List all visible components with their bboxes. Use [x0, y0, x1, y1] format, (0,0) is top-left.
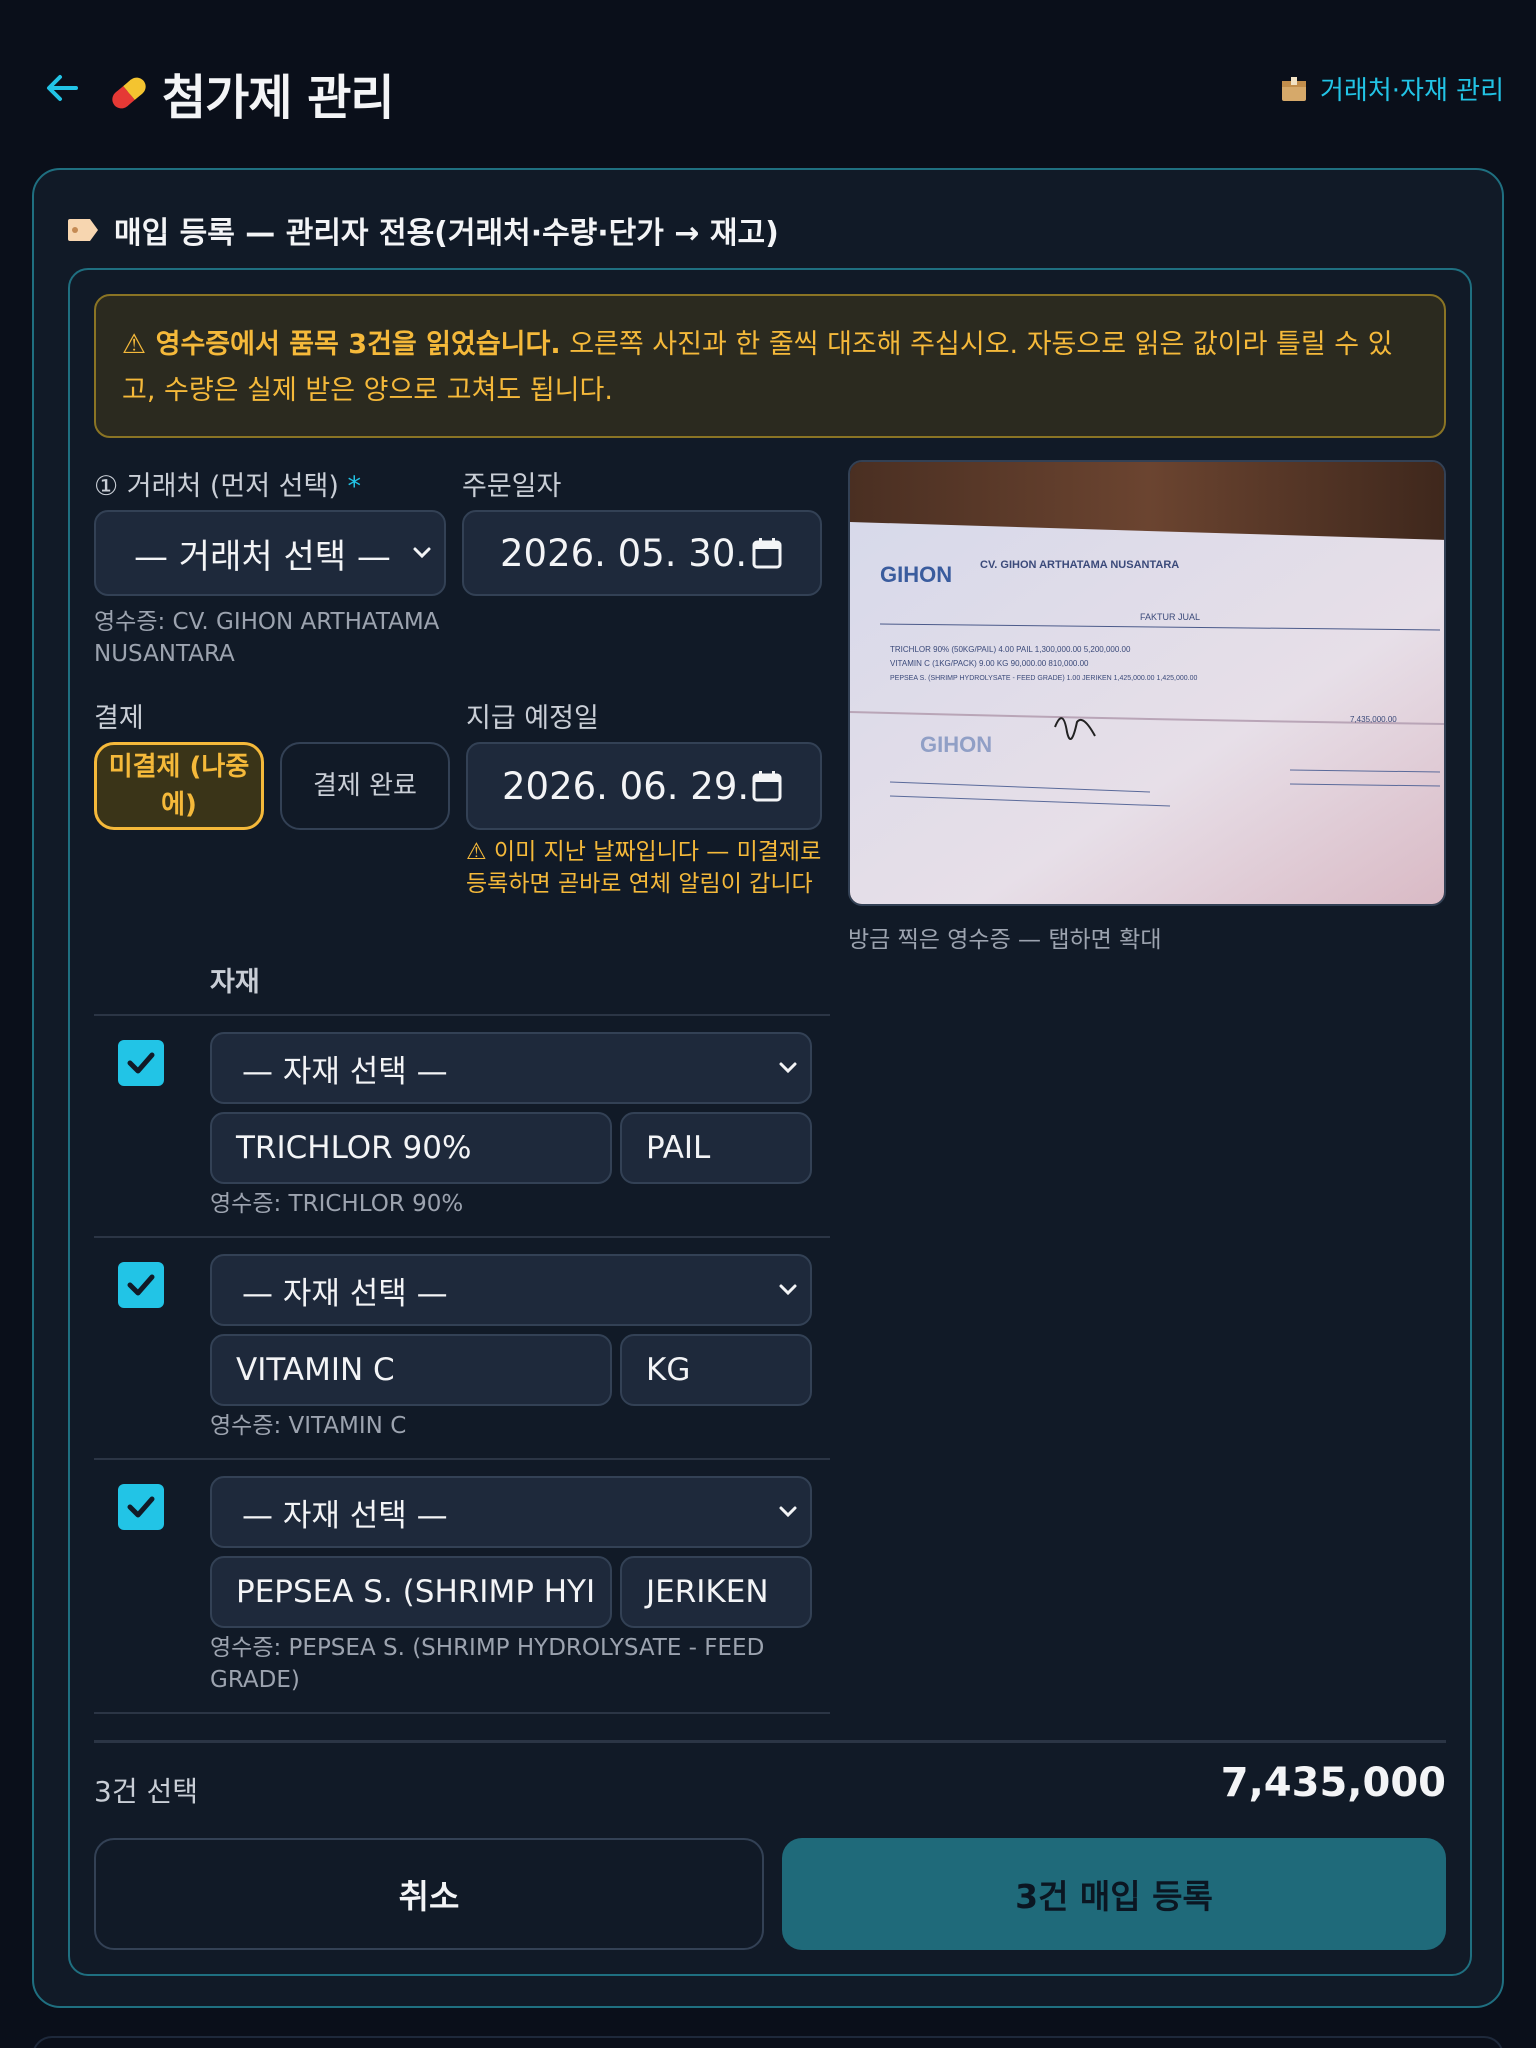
chevron-down-icon: [779, 1506, 797, 1518]
svg-text:GIHON: GIHON: [880, 562, 952, 587]
item-checkbox[interactable]: [118, 1262, 164, 1308]
items-header-divider: [94, 1014, 830, 1016]
material-select-value: — 자재 선택 —: [242, 1497, 448, 1534]
vendor-receipt-hint: 영수증: CV. GIHON ARTHATAMA NUSANTARA: [94, 609, 440, 667]
svg-text:GIHON: GIHON: [920, 732, 992, 757]
ocr-warning-banner: ⚠ 영수증에서 품목 3건을 읽었습니다. 오른쪽 사진과 한 줄씩 대조해 주…: [94, 294, 1446, 438]
receipt-line-1: TRICHLOR 90% (50KG/PAIL) 4.00 PAIL 1,300…: [890, 645, 1131, 654]
material-select[interactable]: — 자재 선택 —: [210, 1254, 812, 1326]
section-title: 매입 등록 — 관리자 전용(거래처·수량·단가 → 재고): [66, 208, 779, 252]
vendor-select-value: — 거래처 선택 —: [134, 536, 391, 577]
arrow-left-icon[interactable]: [40, 66, 84, 110]
item-name-field[interactable]: PEPSEA S. (SHRIMP HYI: [210, 1556, 612, 1628]
row-divider: [94, 1236, 830, 1238]
item-receipt-hint: 영수증: TRICHLOR 90%: [210, 1191, 464, 1217]
title-group: 첨가제 관리: [106, 58, 395, 128]
box-icon: [1282, 76, 1307, 101]
warning-bold-text: ⚠ 영수증에서 품목 3건을 읽었습니다.: [122, 329, 561, 360]
vendor-material-link[interactable]: 거래처·자재 관리: [1280, 70, 1504, 107]
item-checkbox[interactable]: [118, 1040, 164, 1086]
tag-icon: [68, 219, 98, 241]
item-name-field[interactable]: VITAMIN C: [210, 1334, 612, 1406]
chevron-down-icon: [413, 547, 431, 559]
due-date-input[interactable]: 2026. 06. 29.: [466, 742, 822, 830]
receipt-company: CV. GIHON ARTHATAMA NUSANTARA: [980, 559, 1179, 571]
page-title: 첨가제 관리: [162, 70, 395, 126]
row-divider: [94, 1458, 830, 1460]
payment-unpaid-button[interactable]: 미결제 (나중에): [94, 742, 264, 830]
material-select[interactable]: — 자재 선택 —: [210, 1032, 812, 1104]
item-receipt-hint: 영수증: VITAMIN C: [210, 1413, 407, 1439]
purchase-form: ⚠ 영수증에서 품목 3건을 읽었습니다. 오른쪽 사진과 한 줄씩 대조해 주…: [68, 268, 1472, 1976]
receipt-photo-caption: 방금 찍은 영수증 — 탭하면 확대: [848, 927, 1162, 953]
next-section-card: [32, 2036, 1504, 2048]
due-date-label: 지급 예정일: [466, 703, 599, 734]
footer-divider: [94, 1740, 1446, 1743]
material-select-value: — 자재 선택 —: [242, 1275, 448, 1312]
order-date-input[interactable]: 2026. 05. 30.: [462, 510, 822, 596]
cancel-button[interactable]: 취소: [94, 1838, 764, 1950]
checkmark-icon: [127, 1274, 155, 1296]
item-unit-field[interactable]: PAIL: [620, 1112, 812, 1184]
item-unit-field[interactable]: JERIKEN: [620, 1556, 812, 1628]
item-checkbox[interactable]: [118, 1484, 164, 1530]
receipt-image: GIHON CV. GIHON ARTHATAMA NUSANTARA FAKT…: [850, 462, 1444, 904]
checkmark-icon: [127, 1496, 155, 1518]
due-date-warning: ⚠ 이미 지난 날짜입니다 — 미결제로 등록하면 곧바로 연체 알림이 갑니다: [466, 839, 822, 897]
checkmark-icon: [127, 1052, 155, 1074]
receipt-total: 7,435,000.00: [1350, 715, 1397, 724]
payment-paid-button[interactable]: 결제 완료: [280, 742, 450, 830]
selected-count: 3건 선택: [94, 1775, 198, 1808]
pill-icon: [112, 77, 146, 109]
item-receipt-hint: 영수증: PEPSEA S. (SHRIMP HYDROLYSATE - FEE…: [210, 1635, 765, 1693]
chevron-down-icon: [779, 1284, 797, 1296]
chevron-down-icon: [779, 1062, 797, 1074]
receipt-photo[interactable]: GIHON CV. GIHON ARTHATAMA NUSANTARA FAKT…: [848, 460, 1446, 906]
receipt-line-2: VITAMIN C (1KG/PACK) 9.00 KG 90,000.00 8…: [890, 659, 1089, 668]
vendor-select[interactable]: — 거래처 선택 —: [94, 510, 446, 596]
submit-purchase-button[interactable]: 3건 매입 등록: [782, 1838, 1446, 1950]
receipt-heading: FAKTUR JUAL: [1140, 612, 1200, 622]
calendar-icon[interactable]: [752, 537, 782, 569]
total-amount: 7,435,000: [1220, 1760, 1446, 1806]
vendor-label-text: ① 거래처 (먼저 선택): [94, 471, 339, 502]
calendar-icon[interactable]: [752, 770, 782, 802]
vendor-label: ① 거래처 (먼저 선택) *: [94, 464, 361, 503]
item-name-field[interactable]: TRICHLOR 90%: [210, 1112, 612, 1184]
order-date-value: 2026. 05. 30.: [500, 531, 748, 575]
material-select[interactable]: — 자재 선택 —: [210, 1476, 812, 1548]
required-mark: *: [347, 471, 362, 502]
order-date-label: 주문일자: [462, 471, 562, 502]
app-header: 첨가제 관리 거래처·자재 관리: [0, 0, 1536, 170]
row-divider: [94, 1712, 830, 1714]
section-title-text: 매입 등록 — 관리자 전용(거래처·수량·단가 → 재고): [114, 216, 779, 251]
items-column-header: 자재: [210, 967, 260, 998]
material-select-value: — 자재 선택 —: [242, 1053, 448, 1090]
vendor-link-label: 거래처·자재 관리: [1320, 76, 1504, 106]
receipt-line-3: PEPSEA S. (SHRIMP HYDROLYSATE - FEED GRA…: [890, 675, 1197, 682]
item-unit-field[interactable]: KG: [620, 1334, 812, 1406]
due-date-value: 2026. 06. 29.: [502, 764, 750, 808]
purchase-section-card: 매입 등록 — 관리자 전용(거래처·수량·단가 → 재고) ⚠ 영수증에서 품…: [32, 168, 1504, 2008]
payment-label: 결제: [94, 703, 144, 734]
